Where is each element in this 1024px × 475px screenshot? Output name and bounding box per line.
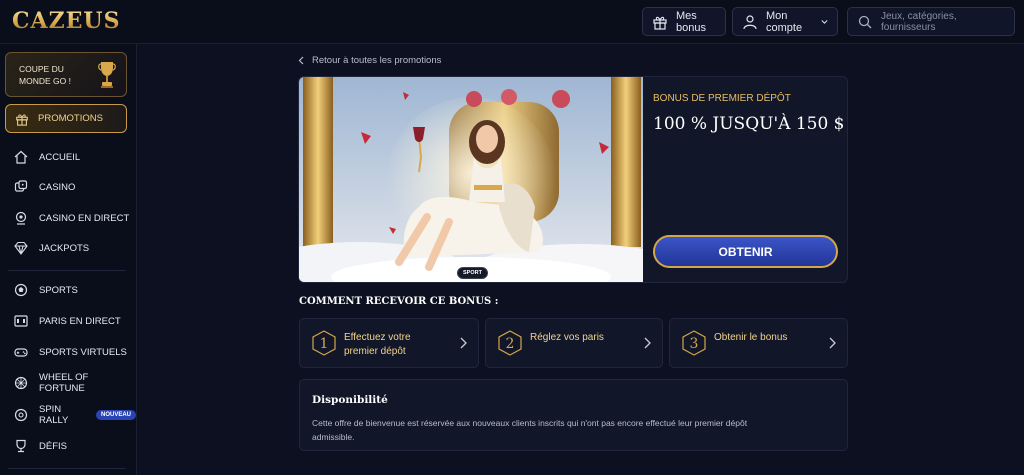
availability-title: Disponibilité [312, 394, 388, 406]
chevron-left-icon [298, 56, 304, 65]
back-link-label: Retour à toutes les promotions [312, 55, 442, 66]
promotion-hero-image [299, 77, 643, 282]
gamepad-icon [14, 348, 28, 357]
sidebar-item-label: JACKPOTS [39, 242, 90, 254]
sidebar-item-defis[interactable]: DÉFIS [14, 437, 67, 455]
dice-icon [14, 180, 28, 192]
world-cup-banner[interactable]: COUPE DU MONDE GO ! [5, 52, 127, 97]
sidebar-item-label: DÉFIS [39, 440, 67, 452]
search-icon [858, 15, 872, 28]
sidebar: COUPE DU MONDE GO ! PROMOTIONS ACCUEIL C… [0, 44, 137, 475]
chevron-right-icon [829, 337, 836, 349]
sidebar-item-label: ACCUEIL [39, 151, 81, 163]
sport-tag: SPORT [457, 267, 488, 279]
trophy-icon [98, 62, 116, 88]
sidebar-divider [8, 468, 126, 469]
step-number-badge: 1 [312, 330, 336, 356]
sidebar-item-label: SPORTS [39, 284, 78, 296]
sidebar-item-label: CASINO [39, 181, 76, 193]
step-card-3[interactable]: 3 Obtenir le bonus [669, 318, 848, 368]
search-placeholder: Jeux, catégories, fournisseurs [881, 10, 957, 33]
step-card-2[interactable]: 2 Réglez vos paris [485, 318, 663, 368]
step-number-badge: 2 [498, 330, 522, 356]
sidebar-item-accueil[interactable]: ACCUEIL [14, 148, 80, 166]
sidebar-item-label: PROMOTIONS [38, 113, 103, 124]
my-bonus-button[interactable]: Mes bonus [642, 7, 726, 36]
step-number-badge: 3 [682, 330, 706, 356]
new-badge: NOUVEAU [95, 410, 136, 420]
my-bonus-label: Mes bonus [676, 9, 706, 34]
wheel-icon [14, 376, 28, 390]
step-text-line1: Effectuez votre [344, 332, 411, 343]
user-icon [743, 14, 757, 29]
sidebar-item-label: SPIN RALLY [39, 404, 69, 426]
sidebar-item-label: SPORTS VIRTUELS [39, 346, 127, 358]
top-bar: CAZEUS Mes bonus Mon compte Jeux, catégo… [0, 0, 1024, 44]
step-text-line2: premier dépôt [344, 346, 406, 357]
svg-text:2: 2 [506, 336, 515, 352]
sidebar-item-wheel-of-fortune[interactable]: WHEEL OF FORTUNE [14, 372, 136, 394]
sidebar-item-sports-virtuels[interactable]: SPORTS VIRTUELS [14, 343, 127, 361]
sidebar-item-spin-rally[interactable]: SPIN RALLY NOUVEAU [14, 404, 136, 426]
step-text-line1: Obtenir le bonus [714, 332, 788, 343]
availability-panel: Disponibilité Cette offre de bienvenue e… [299, 379, 848, 451]
sidebar-item-paris-en-direct[interactable]: PARIS EN DIRECT [14, 312, 121, 330]
search-input[interactable]: Jeux, catégories, fournisseurs [847, 7, 1015, 36]
diamond-icon [14, 241, 28, 255]
gift-icon [16, 113, 28, 126]
how-to-title: COMMENT RECEVOIR CE BONUS : [299, 296, 499, 307]
sidebar-divider [8, 270, 126, 271]
my-account-button[interactable]: Mon compte [732, 7, 838, 36]
chevron-right-icon [644, 337, 651, 349]
back-to-promotions-link[interactable]: Retour à toutes les promotions [298, 55, 441, 66]
live-casino-icon [15, 211, 27, 225]
sidebar-item-casino[interactable]: CASINO [14, 178, 75, 196]
svg-text:1: 1 [320, 336, 329, 352]
get-bonus-button[interactable]: OBTENIR [653, 235, 838, 268]
sidebar-item-label: CASINO EN DIRECT [39, 212, 130, 224]
promo-subtitle: BONUS DE PREMIER DÉPÔT [653, 93, 791, 104]
home-icon [14, 150, 28, 164]
sidebar-item-label: PARIS EN DIRECT [39, 315, 121, 327]
spin-icon [14, 408, 28, 422]
trophy-icon [16, 439, 26, 453]
gift-icon [653, 16, 667, 30]
ball-icon [14, 283, 28, 297]
availability-text: Cette offre de bienvenue est réservée au… [312, 418, 748, 442]
sidebar-item-casino-en-direct[interactable]: CASINO EN DIRECT [14, 209, 129, 227]
svg-text:3: 3 [690, 336, 699, 352]
step-text-line1: Réglez vos paris [530, 332, 604, 343]
chevron-down-icon [821, 19, 828, 24]
promo-title: 100 % JUSQU'À 150 $ [653, 114, 845, 134]
live-score-icon [14, 315, 28, 327]
sidebar-item-jackpots[interactable]: JACKPOTS [14, 239, 89, 257]
cazeus-logo[interactable]: CAZEUS [12, 8, 120, 34]
sidebar-item-sports[interactable]: SPORTS [14, 281, 78, 299]
chevron-right-icon [460, 337, 467, 349]
sidebar-item-promotions[interactable]: PROMOTIONS [5, 104, 127, 133]
my-account-label: Mon compte [766, 9, 803, 34]
sidebar-item-label: WHEEL OF FORTUNE [39, 372, 89, 394]
step-card-1[interactable]: 1 Effectuez votre premier dépôt [299, 318, 479, 368]
